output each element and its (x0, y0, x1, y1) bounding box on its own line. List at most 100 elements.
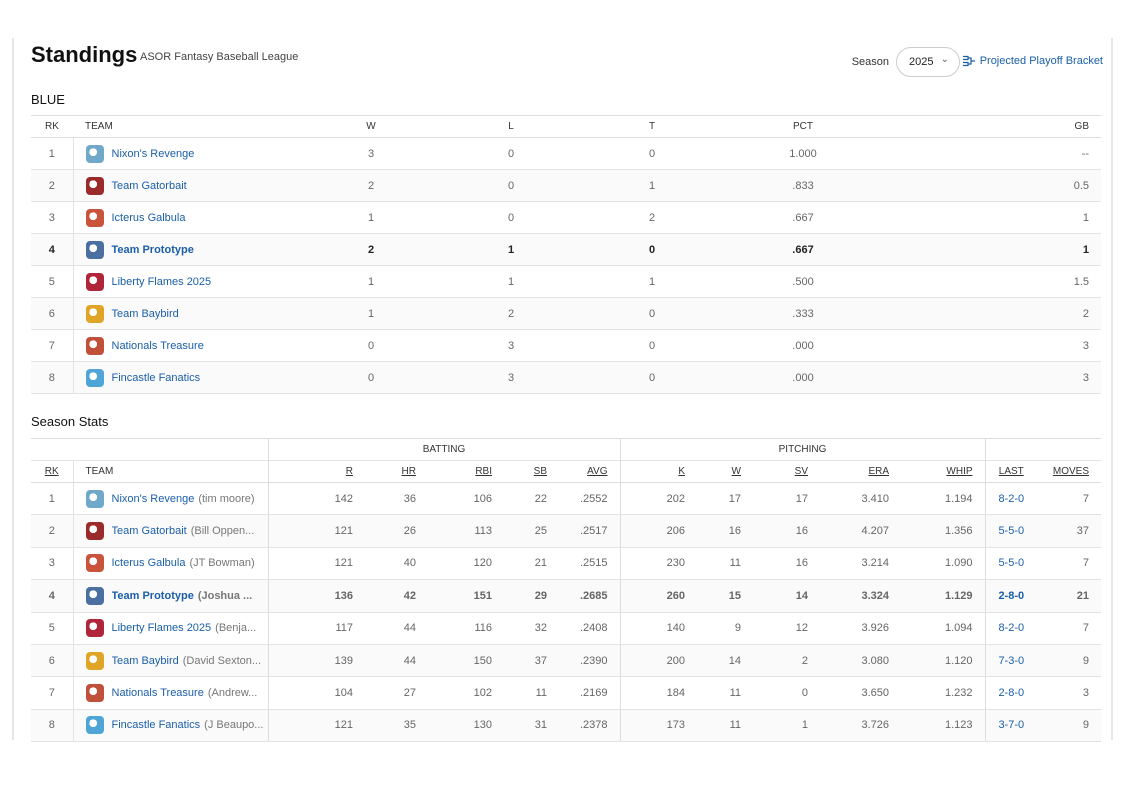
team-name-link[interactable]: Nationals Treasure (112, 687, 204, 699)
stats-hr: 44 (365, 644, 428, 678)
stats-last-link[interactable]: 5-5-0 (984, 514, 1038, 548)
standings-pct: .667 (723, 233, 883, 266)
col-header-gb[interactable]: GB (883, 115, 1101, 138)
stats-col-moves[interactable]: MOVES (1037, 460, 1102, 483)
standings-team-cell: Fincastle Fanatics (72, 361, 301, 394)
team-logo-icon (85, 240, 104, 259)
col-header-w[interactable]: W (301, 115, 441, 138)
stats-rank: 5 (31, 612, 73, 645)
stats-rank: 7 (31, 676, 73, 710)
stats-moves: 3 (1037, 676, 1102, 710)
stats-hr: 26 (365, 514, 428, 548)
last-record[interactable]: 3-7-0 (998, 719, 1024, 731)
standings-losses: 3 (441, 361, 581, 394)
last-record[interactable]: 8-2-0 (998, 622, 1024, 634)
stats-hr: 35 (365, 709, 428, 743)
stats-rbi: 102 (428, 676, 504, 710)
stats-team-cell: Icterus Galbula (JT Bowman) (72, 547, 268, 581)
stats-col-rk[interactable]: RK (31, 460, 73, 483)
stats-last-link[interactable]: 2-8-0 (984, 676, 1038, 710)
stats-col-whip[interactable]: WHIP (901, 460, 986, 483)
stats-last-link[interactable]: 2-8-0 (984, 579, 1038, 613)
team-logo-icon (85, 208, 104, 227)
stats-row: 4 Team Prototype (Joshua ... 136 42 151 29.268… (31, 579, 1102, 613)
team-logo-icon (85, 619, 104, 638)
stats-last-link[interactable]: 7-3-0 (984, 644, 1038, 678)
stats-col-avg[interactable]: AVG (559, 460, 620, 483)
standings-ties: 0 (581, 297, 723, 330)
team-name-link[interactable]: Icterus Galbula (112, 557, 186, 569)
stats-avg: .2517 (559, 514, 620, 548)
stats-col-last[interactable]: LAST (984, 460, 1038, 483)
col-header-pct[interactable]: PCT (723, 115, 883, 138)
stats-whip: 1.090 (901, 547, 986, 581)
last-record[interactable]: 8-2-0 (998, 493, 1024, 505)
standings-team-cell: Liberty Flames 2025 (72, 265, 301, 298)
team-name-link[interactable]: Nationals Treasure (112, 340, 204, 352)
last-record[interactable]: 7-3-0 (998, 655, 1024, 667)
season-dropdown[interactable]: 2025 ⌄ (896, 47, 960, 77)
standings-row: 5 Liberty Flames 2025 1 1 1.500 1.5 (31, 265, 1101, 298)
stats-team-cell: Team Gatorbait (Bill Oppen... (72, 514, 268, 548)
stats-col-team[interactable]: TEAM (72, 460, 268, 483)
stats-sb: 21 (504, 547, 559, 581)
stats-w: 16 (697, 514, 753, 548)
page-title: Standings (31, 42, 138, 67)
standings-ties: 0 (581, 361, 723, 394)
stats-col-era[interactable]: ERA (820, 460, 901, 483)
stats-col-k[interactable]: K (619, 460, 697, 483)
bracket-link-label: Projected Playoff Bracket (979, 55, 1103, 67)
stats-col-rbi[interactable]: RBI (428, 460, 504, 483)
col-header-rk[interactable]: RK (31, 115, 73, 138)
stats-col-sb[interactable]: SB (504, 460, 559, 483)
team-name-link[interactable]: Liberty Flames 2025 (112, 622, 212, 634)
standings-team-cell: Team Baybird (72, 297, 301, 330)
team-name-link[interactable]: Liberty Flames 2025 (112, 276, 212, 288)
standings-wins: 3 (301, 137, 441, 170)
stats-era: 3.080 (820, 644, 901, 678)
stats-col-r[interactable]: R (267, 460, 365, 483)
standings-rank: 2 (31, 169, 73, 202)
col-header-t[interactable]: T (581, 115, 723, 138)
team-name-link[interactable]: Team Prototype (112, 590, 194, 602)
stats-avg: .2515 (559, 547, 620, 581)
col-header-l[interactable]: L (441, 115, 581, 138)
col-header-team[interactable]: TEAM (73, 115, 301, 138)
stats-col-sv[interactable]: SV (753, 460, 820, 483)
team-name-link[interactable]: Fincastle Fanatics (112, 719, 201, 731)
standings-pct: .333 (723, 297, 883, 330)
last-record[interactable]: 5-5-0 (998, 525, 1024, 537)
team-name-link[interactable]: Icterus Galbula (112, 212, 186, 224)
last-record[interactable]: 2-8-0 (998, 687, 1024, 699)
stats-last-link[interactable]: 3-7-0 (984, 709, 1038, 743)
last-record[interactable]: 5-5-0 (998, 557, 1024, 569)
stats-w: 11 (697, 709, 753, 743)
stats-sb: 25 (504, 514, 559, 548)
season-value: 2025 (909, 56, 934, 68)
projected-playoff-bracket-link[interactable]: Projected Playoff Bracket (962, 55, 1103, 67)
stats-last-link[interactable]: 8-2-0 (984, 612, 1038, 645)
stats-last-link[interactable]: 8-2-0 (984, 482, 1038, 516)
team-logo-icon (85, 272, 104, 291)
standings-ties: 1 (581, 265, 723, 298)
stats-avg: .2169 (559, 676, 620, 710)
stats-col-hr[interactable]: HR (365, 460, 428, 483)
stats-col-w[interactable]: W (697, 460, 753, 483)
division-title: BLUE (31, 92, 65, 107)
last-record[interactable]: 2-8-0 (998, 590, 1024, 602)
stats-last-link[interactable]: 5-5-0 (984, 547, 1038, 581)
team-name-link[interactable]: Team Baybird (112, 308, 179, 320)
team-name-link[interactable]: Team Baybird (112, 655, 179, 667)
stats-rbi: 106 (428, 482, 504, 516)
team-name-link[interactable]: Team Gatorbait (112, 180, 187, 192)
team-name-link[interactable]: Nixon's Revenge (112, 148, 195, 160)
team-name-link[interactable]: Team Prototype (112, 244, 194, 256)
stats-sb: 37 (504, 644, 559, 678)
team-name-link[interactable]: Team Gatorbait (112, 525, 187, 537)
standings-row: 7 Nationals Treasure 0 3 0.000 3 (31, 329, 1101, 362)
stats-hr: 44 (365, 612, 428, 645)
team-name-link[interactable]: Nixon's Revenge (112, 493, 195, 505)
team-name-link[interactable]: Fincastle Fanatics (112, 372, 201, 384)
stats-era: 3.214 (820, 547, 901, 581)
stats-k: 200 (619, 644, 697, 678)
